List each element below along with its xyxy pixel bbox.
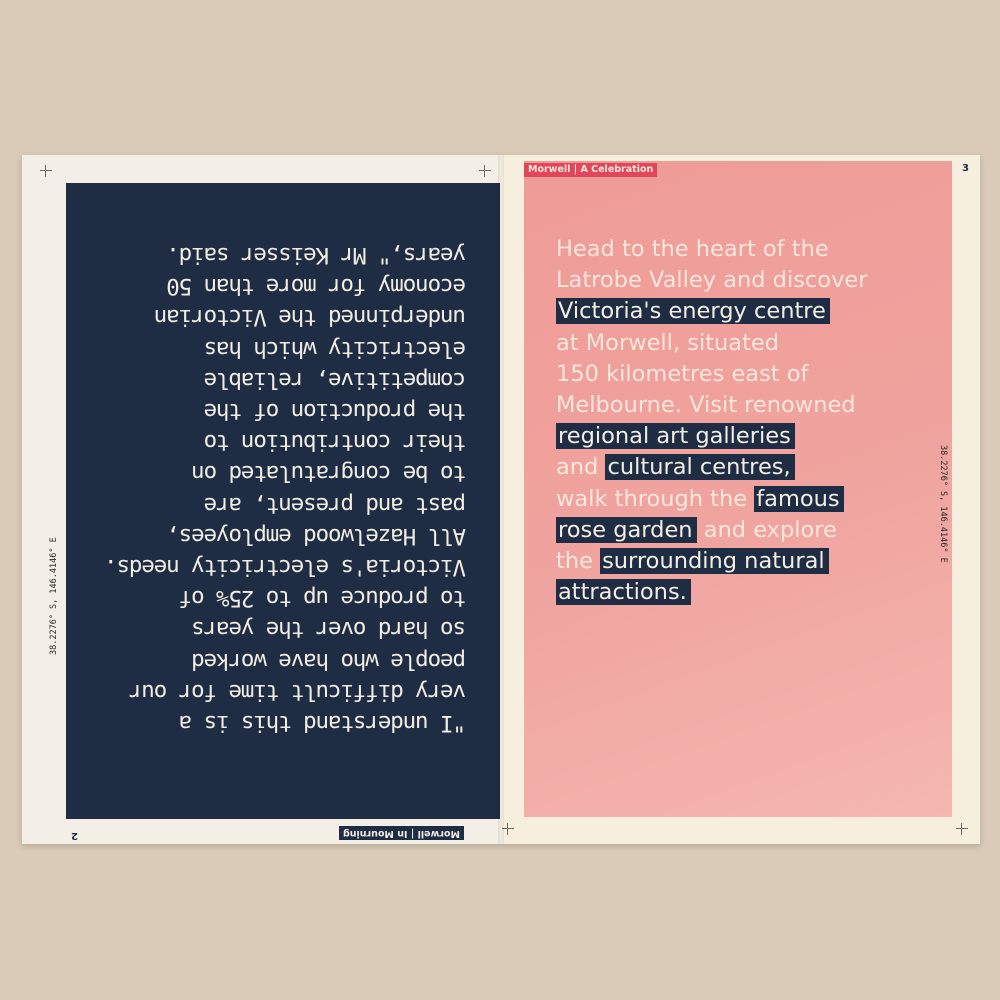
open-booklet: "I understand this is a very difficult t…: [22, 155, 980, 844]
paragraph-line: regional art galleries: [556, 421, 896, 452]
paragraph-text: and: [556, 454, 606, 481]
crop-mark-icon: [956, 823, 968, 835]
feature-paragraph: Head to the heart of the Latrobe Valley a…: [556, 234, 896, 608]
quote-line: so hard over the years: [192, 616, 466, 643]
highlighted-text: Victoria's energy centre: [556, 298, 830, 325]
paragraph-text: at Morwell, situated: [556, 329, 780, 356]
quote-line: underpinned the Victorian: [154, 304, 466, 331]
quote-text: "I understand this is a very difficult t…: [105, 239, 466, 738]
highlighted-text: cultural centres,: [605, 454, 795, 481]
highlighted-text: regional art galleries: [556, 423, 795, 450]
quote-line: to be congratulated on: [192, 460, 466, 487]
page-number-left: 2: [71, 830, 78, 841]
paragraph-text: and explore: [696, 516, 837, 543]
paragraph-line: attractions.: [556, 577, 896, 608]
paragraph-line: Latrobe Valley and discover: [556, 265, 896, 296]
quote-line: the production of the: [204, 397, 466, 424]
coordinates-right-text: 38.2276° S, 146.4146° E: [938, 445, 948, 563]
quote-line: All Hazelwood employees,: [167, 522, 466, 549]
paragraph-text: walk through the: [556, 485, 755, 512]
quote-line: years," Mr Keisser said.: [167, 241, 466, 268]
highlighted-text: attractions.: [556, 579, 691, 606]
right-page: Morwell | A Celebration 3 Head to the he…: [500, 155, 980, 844]
highlighted-text: surrounding natural: [600, 548, 829, 575]
paragraph-text: the: [556, 548, 601, 575]
quote-line: electricity which has: [204, 335, 466, 362]
quote-line: competitive, reliable: [204, 366, 466, 393]
booklet-spine: [498, 155, 504, 844]
paragraph-line: walk through the famous: [556, 484, 896, 515]
paragraph-line: rose garden and explore: [556, 515, 896, 546]
paragraph-text: Head to the heart of the: [556, 236, 829, 262]
quote-line: "I understand this is a: [179, 710, 466, 736]
coordinates-left-text: 38.2276° S, 146.4146° E: [49, 537, 59, 655]
section-label-in-mourning: Morwell | In Mourning: [338, 826, 464, 840]
paragraph-line: Melbourne. Visit renowned: [556, 390, 896, 421]
crop-mark-icon: [479, 165, 491, 177]
quote-line: very difficult time for our: [129, 678, 466, 705]
paragraph-line: at Morwell, situated: [556, 328, 896, 359]
quote-line: people who have worked: [192, 647, 466, 674]
page-number-right: 3: [962, 163, 969, 174]
section-label-a-celebration: Morwell | A Celebration: [524, 163, 658, 177]
paragraph-text: Melbourne. Visit renowned: [556, 392, 856, 419]
paragraph-line: and cultural centres,: [556, 452, 896, 483]
left-page-upside-down-content: "I understand this is a very difficult t…: [22, 155, 500, 844]
crop-mark-icon: [40, 165, 52, 177]
quote-line: past and present, are: [204, 491, 466, 518]
paragraph-line: Head to the heart of the: [556, 234, 896, 265]
highlighted-text: famous: [754, 485, 844, 512]
paragraph-line: Victoria's energy centre: [556, 296, 896, 327]
quote-line: Victoria's electricity needs.: [105, 553, 466, 580]
paragraph-text: Latrobe Valley and discover: [556, 267, 868, 294]
highlighted-text: rose garden: [556, 516, 697, 543]
paragraph-line: 150 kilometres east of: [556, 359, 896, 390]
paragraph-text: 150 kilometres east of: [556, 360, 809, 387]
quote-line: their contribution to: [204, 429, 466, 456]
quote-line: to produce up to 25% of: [179, 585, 466, 612]
left-page: "I understand this is a very difficult t…: [22, 155, 500, 844]
paragraph-line: the surrounding natural: [556, 546, 896, 577]
quote-line: economy for more than 50: [167, 273, 466, 300]
